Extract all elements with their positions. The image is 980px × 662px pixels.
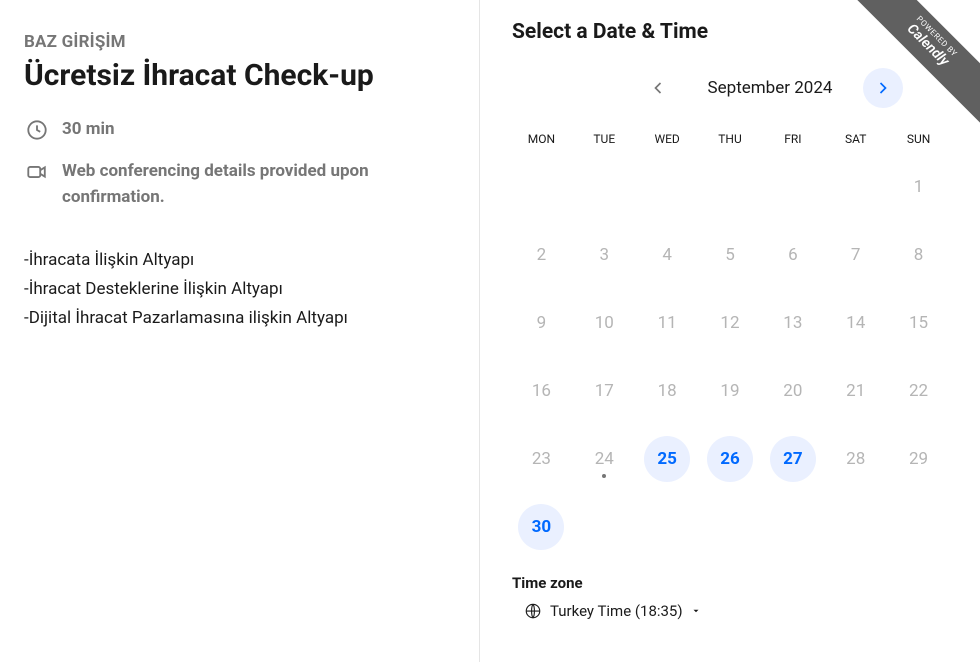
day-cell: 18: [644, 368, 690, 414]
day-available[interactable]: 25: [644, 436, 690, 482]
weekday-label: WED: [638, 126, 697, 152]
timezone-selector[interactable]: Turkey Time (18:35): [512, 602, 948, 620]
timezone-value: Turkey Time (18:35): [550, 602, 683, 620]
day-cell: 5: [707, 232, 753, 278]
desc-line: -İhracat Desteklerine İlişkin Altyapı: [24, 275, 447, 304]
event-description: -İhracata İlişkin Altyapı -İhracat Deste…: [24, 246, 447, 333]
day-cell: 17: [581, 368, 627, 414]
desc-line: -İhracata İlişkin Altyapı: [24, 246, 447, 275]
day-cell: 13: [770, 300, 816, 346]
day-cell: 7: [833, 232, 879, 278]
day-cell: 4: [644, 232, 690, 278]
day-cell: 1: [896, 164, 942, 210]
day-cell: 2: [518, 232, 564, 278]
video-icon: [24, 159, 50, 185]
calendar-grid: 1234567891011121314151617181920212223242…: [512, 164, 948, 550]
day-cell: 23: [518, 436, 564, 482]
day-cell: 8: [896, 232, 942, 278]
day-cell: 10: [581, 300, 627, 346]
day-cell: 6: [770, 232, 816, 278]
day-cell: 9: [518, 300, 564, 346]
day-cell: 14: [833, 300, 879, 346]
event-details-panel: BAZ GİRİŞİM Ücretsiz İhracat Check-up 30…: [0, 0, 480, 662]
day-cell: 28: [833, 436, 879, 482]
ribbon-small-text: POWERED BY: [862, 0, 980, 111]
day-cell: 15: [896, 300, 942, 346]
day-cell: 22: [896, 368, 942, 414]
day-cell: 24: [581, 436, 627, 482]
weekday-label: FRI: [763, 126, 822, 152]
weekday-label: MON: [512, 126, 571, 152]
calendly-ribbon[interactable]: POWERED BY Calendly: [850, 0, 980, 130]
desc-line: -Dijital İhracat Pazarlamasına ilişkin A…: [24, 304, 447, 333]
weekday-label: TUE: [575, 126, 634, 152]
day-cell: 11: [644, 300, 690, 346]
day-available[interactable]: 27: [770, 436, 816, 482]
conferencing-text: Web conferencing details provided upon c…: [62, 159, 447, 210]
clock-icon: [24, 117, 50, 143]
duration-row: 30 min: [24, 117, 447, 143]
weekday-label: THU: [701, 126, 760, 152]
day-cell: 21: [833, 368, 879, 414]
caret-down-icon: [691, 606, 701, 616]
timezone-heading: Time zone: [512, 574, 948, 592]
day-cell: 16: [518, 368, 564, 414]
globe-icon: [524, 602, 542, 620]
day-cell: 12: [707, 300, 753, 346]
event-title: Ücretsiz İhracat Check-up: [24, 58, 447, 93]
day-cell: 20: [770, 368, 816, 414]
day-cell: 19: [707, 368, 753, 414]
today-indicator-dot: [602, 474, 606, 478]
day-cell: 29: [896, 436, 942, 482]
duration-text: 30 min: [62, 117, 115, 143]
day-available[interactable]: 30: [518, 504, 564, 550]
current-month-label: September 2024: [688, 78, 853, 98]
day-available[interactable]: 26: [707, 436, 753, 482]
timezone-section: Time zone Turkey Time (18:35): [512, 574, 948, 620]
company-name: BAZ GİRİŞİM: [24, 32, 447, 52]
conferencing-row: Web conferencing details provided upon c…: [24, 159, 447, 210]
chevron-left-icon: [648, 78, 668, 98]
day-cell: 3: [581, 232, 627, 278]
prev-month-button[interactable]: [638, 68, 678, 108]
